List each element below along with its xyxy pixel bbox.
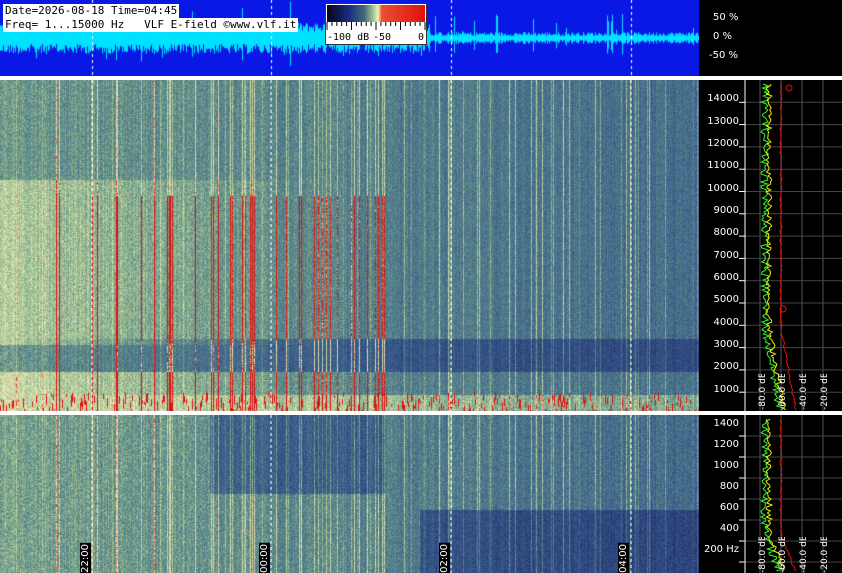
header-frequency-info: Freq= 1...15000 Hz VLF E-field ©www.vlf.…	[3, 18, 299, 32]
freq-tick-400: 400	[719, 523, 739, 534]
db-label-lo-3: -20.0 dB	[820, 537, 830, 573]
freq-tick-1000-low: 1000	[713, 460, 739, 471]
header-date-time: Date=2026-08-18 Time=04:45	[3, 4, 180, 18]
spectrogram-low-band	[0, 415, 699, 573]
db-label-hi-1: -60.0 dB	[778, 374, 788, 410]
profile-panel-high: 14000 13000 12000 11000 10000 9000 8000 …	[699, 80, 842, 411]
freq-tick-1200: 1200	[713, 439, 739, 450]
db-axis-labels-high-svg: -80.0 dB -60.0 dB -40.0 dB -20.0 dB	[758, 372, 830, 410]
profile-max-line	[779, 83, 797, 411]
colorbar-gradient	[327, 5, 425, 22]
spectrogram-low-heatmap	[0, 415, 699, 573]
profile-marker	[785, 84, 793, 92]
db-label-lo-2: -40.0 dB	[799, 537, 809, 573]
colorbar-label-max: 0	[418, 32, 425, 43]
db-label-lo-1: -60.0 dB	[778, 537, 788, 573]
colorbar: -100 dB -50 0	[325, 3, 427, 45]
colorbar-label-mid: -50	[373, 32, 392, 43]
colorbar-ticks	[326, 22, 426, 30]
freq-tick-600: 600	[719, 502, 739, 513]
freq-tick-11000: 11000	[707, 160, 739, 171]
freq-tick-8000: 8000	[713, 227, 739, 238]
freq-tick-10000: 10000	[707, 183, 739, 194]
waveform-axis-panel: 50 % 0 % -50 %	[699, 0, 842, 76]
time-label-0400: 04:00	[618, 543, 629, 573]
time-label-0000: 00:00	[259, 543, 270, 573]
waveform-label-zero: 0 %	[713, 31, 733, 42]
colorbar-label-min: -100 dB	[327, 32, 370, 43]
freq-tick-13000: 13000	[707, 116, 739, 127]
db-axis-labels-low-svg: -80.0 dB -60.0 dB -40.0 dB -20.0 dB	[758, 535, 830, 573]
freq-tick-5000: 5000	[713, 294, 739, 305]
spectrogram-high-band	[0, 80, 699, 411]
vlf-spectrogram-window: Date=2026-08-18 Time=04:45 Freq= 1...150…	[0, 0, 842, 573]
time-label-0200: 02:00	[439, 543, 450, 573]
freq-tick-2000: 2000	[713, 361, 739, 372]
freq-tick-1000: 1000	[713, 384, 739, 395]
freq-tick-4000: 4000	[713, 317, 739, 328]
freq-tick-12000: 12000	[707, 138, 739, 149]
spectrogram-high-heatmap	[0, 80, 699, 411]
profile-mean-line	[765, 83, 786, 411]
freq-tick-200: 200 Hz	[703, 544, 739, 555]
db-axis-labels-high: -80.0 dB -60.0 dB -40.0 dB -20.0 dB	[756, 372, 842, 410]
freq-tick-14000: 14000	[707, 93, 739, 104]
db-label-hi-3: -20.0 dB	[820, 374, 830, 410]
db-axis-labels-low: -80.0 dB -60.0 dB -40.0 dB -20.0 dB	[756, 535, 842, 573]
freq-tick-3000: 3000	[713, 339, 739, 350]
time-label-2200: 22:00	[80, 543, 91, 573]
freq-tick-9000: 9000	[713, 205, 739, 216]
freq-tick-1400: 1400	[713, 418, 739, 429]
freq-tick-7000: 7000	[713, 250, 739, 261]
freq-tick-6000: 6000	[713, 272, 739, 283]
profile-min-line	[759, 83, 784, 411]
db-label-lo-0: -80.0 dB	[758, 537, 768, 573]
db-label-hi-0: -80.0 dB	[758, 374, 768, 410]
waveform-label-minus50: -50 %	[709, 50, 739, 61]
db-label-hi-2: -40.0 dB	[799, 374, 809, 410]
freq-tick-800: 800	[719, 481, 739, 492]
waveform-label-plus50: 50 %	[713, 12, 739, 23]
